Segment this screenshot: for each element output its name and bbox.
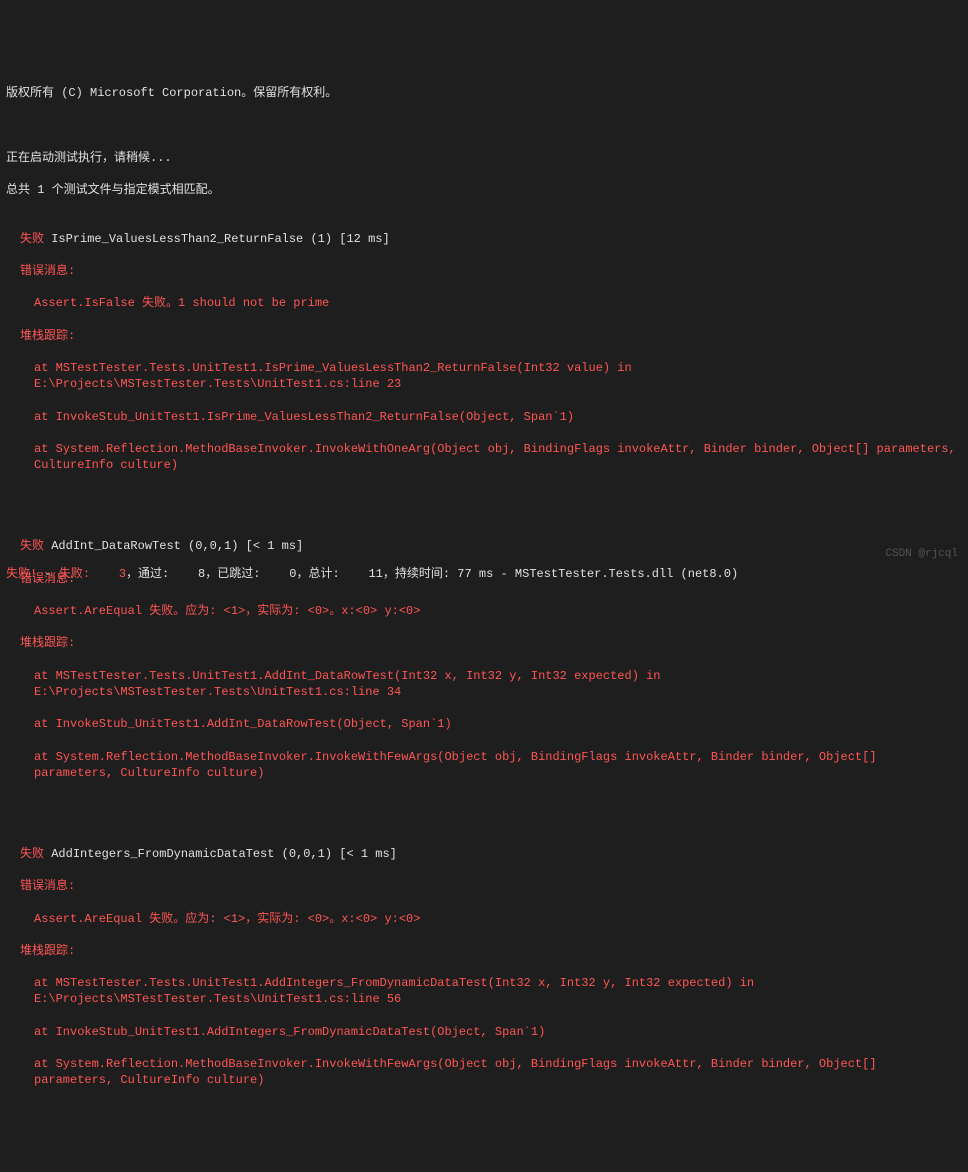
error-message-label: 错误消息: [6,878,962,894]
error-message: Assert.IsFalse 失败。1 should not be prime [6,295,962,311]
summary-total-label: ，总计: [296,567,339,581]
starting-line: 正在启动测试执行，请稍候... [6,150,962,166]
summary-passed-count: 8 [169,567,205,581]
stack-trace-label: 堆栈跟踪: [6,328,962,344]
stack-line: at InvokeStub_UnitTest1.AddIntegers_From… [6,1024,962,1040]
stack-line: at System.Reflection.MethodBaseInvoker.I… [6,441,962,473]
error-message: Assert.AreEqual 失败。应为: <1>，实际为: <0>。x:<0… [6,911,962,927]
blank-line [6,797,962,813]
fail-label: 失败 [20,847,44,861]
stack-line: at InvokeStub_UnitTest1.AddInt_DataRowTe… [6,716,962,732]
stack-line: at System.Reflection.MethodBaseInvoker.I… [6,1056,962,1088]
fail-label: 失败 [20,232,44,246]
stack-line: at MSTestTester.Tests.UnitTest1.IsPrime_… [6,360,962,392]
fail-label: 失败 [20,539,44,553]
test-fail-header: 失败 IsPrime_ValuesLessThan2_ReturnFalse (… [6,231,962,247]
blank-line [6,117,962,133]
error-message: Assert.AreEqual 失败。应为: <1>，实际为: <0>。x:<0… [6,603,962,619]
summary-failed-count: 3 [90,567,126,581]
summary-passed-label: ，通过: [126,567,169,581]
stack-trace-label: 堆栈跟踪: [6,943,962,959]
files-matched-line: 总共 1 个测试文件与指定模式相匹配。 [6,182,962,198]
stack-line: at MSTestTester.Tests.UnitTest1.AddInteg… [6,975,962,1007]
blank-line [6,490,962,506]
summary-total-count: 11 [340,567,383,581]
summary-skipped-label: ，已跳过: [205,567,260,581]
summary-duration: ，持续时间: 77 ms [383,567,493,581]
test-title: AddInt_DataRowTest (0,0,1) [< 1 ms] [51,539,303,553]
stack-line: at MSTestTester.Tests.UnitTest1.AddInt_D… [6,668,962,700]
test-fail-header: 失败 AddIntegers_FromDynamicDataTest (0,0,… [6,846,962,862]
stack-trace-label: 堆栈跟踪: [6,635,962,651]
summary-tail: - MSTestTester.Tests.dll (net8.0) [493,567,738,581]
stack-line: at InvokeStub_UnitTest1.IsPrime_ValuesLe… [6,409,962,425]
summary-skipped-count: 0 [260,567,296,581]
summary-dash: - [37,567,59,581]
summary-failed-label: 失败: [59,567,90,581]
terminal-output: 版权所有 (C) Microsoft Corporation。保留所有权利。 正… [6,69,962,1105]
summary-fail-excl: 失败! [6,567,37,581]
stack-line: at System.Reflection.MethodBaseInvoker.I… [6,749,962,781]
copyright-line: 版权所有 (C) Microsoft Corporation。保留所有权利。 [6,85,962,101]
test-title: IsPrime_ValuesLessThan2_ReturnFalse (1) … [51,232,389,246]
summary-line: 失败! - 失败: 3，通过: 8，已跳过: 0，总计: 11，持续时间: 77… [6,566,962,582]
test-fail-header: 失败 AddInt_DataRowTest (0,0,1) [< 1 ms] [6,538,962,554]
error-message-label: 错误消息: [6,263,962,279]
test-title: AddIntegers_FromDynamicDataTest (0,0,1) … [51,847,397,861]
